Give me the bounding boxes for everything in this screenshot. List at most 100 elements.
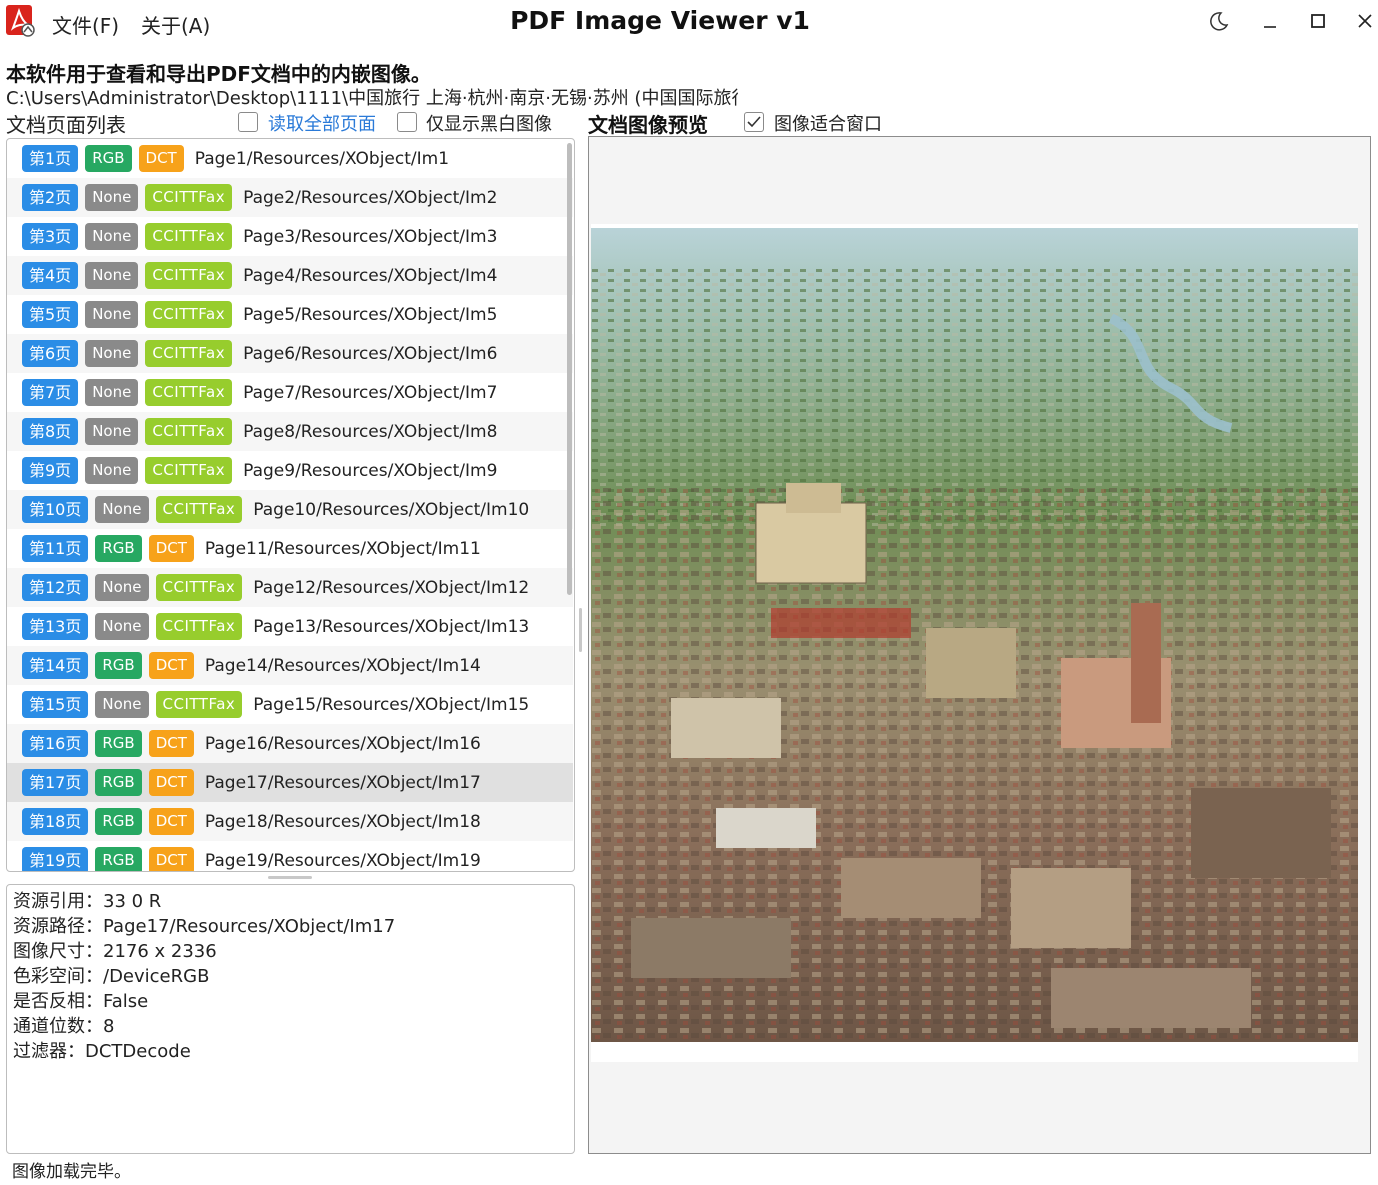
resource-path-text: Page7/Resources/XObject/Im7 <box>243 382 498 403</box>
list-item[interactable]: 第18页 RGB DCT Page18/Resources/XObject/Im18 <box>7 802 573 841</box>
page-number-tag: 第4页 <box>22 262 79 289</box>
resource-path-text: Page10/Resources/XObject/Im10 <box>253 499 530 520</box>
resource-path-text: Page13/Resources/XObject/Im13 <box>253 616 530 637</box>
page-number-tag: 第7页 <box>22 379 79 406</box>
info-filter: 过滤器：DCTDecode <box>13 1041 191 1062</box>
filter-tag: DCT <box>148 652 194 679</box>
filter-tag: DCT <box>148 847 194 871</box>
color-space-tag: RGB <box>95 847 142 871</box>
list-item[interactable]: 第17页 RGB DCT Page17/Resources/XObject/Im17 <box>7 763 573 802</box>
close-icon[interactable] <box>1352 8 1378 34</box>
moon-icon[interactable] <box>1206 8 1232 34</box>
page-number-tag: 第16页 <box>22 730 89 757</box>
color-space-tag: RGB <box>95 769 142 796</box>
filter-tag: CCITTFax <box>145 223 233 250</box>
horizontal-splitter-handle[interactable] <box>268 876 312 879</box>
filter-tag: CCITTFax <box>155 613 243 640</box>
image-info-panel: 资源引用：33 0 R 资源路径：Page17/Resources/XObjec… <box>6 884 575 1154</box>
filter-tag: CCITTFax <box>145 418 233 445</box>
list-item[interactable]: 第8页 None CCITTFax Page8/Resources/XObject/I… <box>7 412 573 451</box>
list-item[interactable]: 第9页 None CCITTFax Page9/Resources/XObject/I… <box>7 451 573 490</box>
filter-tag: DCT <box>148 535 194 562</box>
color-space-tag: None <box>95 691 149 718</box>
window-title: PDF Image Viewer v1 <box>510 6 810 35</box>
resource-path-text: Page12/Resources/XObject/Im12 <box>253 577 530 598</box>
info-bits-per-component: 通道位数：8 <box>13 1016 115 1037</box>
filter-tag: CCITTFax <box>145 457 233 484</box>
color-space-tag: None <box>85 457 139 484</box>
resource-path-text: Page9/Resources/XObject/Im9 <box>243 460 498 481</box>
list-item[interactable]: 第5页 None CCITTFax Page5/Resources/XObject/I… <box>7 295 573 334</box>
list-item[interactable]: 第1页 RGB DCT Page1/Resources/XObject/Im1 <box>7 139 573 178</box>
list-item[interactable]: 第6页 None CCITTFax Page6/Resources/XObject/I… <box>7 334 573 373</box>
list-item[interactable]: 第7页 None CCITTFax Page7/Resources/XObject/I… <box>7 373 573 412</box>
resource-path-text: Page2/Resources/XObject/Im2 <box>243 187 498 208</box>
color-space-tag: None <box>85 418 139 445</box>
color-space-tag: None <box>85 262 139 289</box>
preview-label: 文档图像预览 <box>588 113 708 137</box>
list-item[interactable]: 第15页 None CCITTFax Page15/Resources/XObject… <box>7 685 573 724</box>
list-item[interactable]: 第11页 RGB DCT Page11/Resources/XObject/Im11 <box>7 529 573 568</box>
info-resource-path: 资源路径：Page17/Resources/XObject/Im17 <box>13 916 396 937</box>
filter-tag: CCITTFax <box>145 184 233 211</box>
fit-window-label[interactable]: 图像适合窗口 <box>774 110 882 136</box>
page-number-tag: 第17页 <box>22 769 89 796</box>
page-number-tag: 第13页 <box>22 613 89 640</box>
page-number-tag: 第8页 <box>22 418 79 445</box>
page-number-tag: 第10页 <box>22 496 89 523</box>
bw-only-label[interactable]: 仅显示黑白图像 <box>426 110 552 136</box>
resource-path-text: Page1/Resources/XObject/Im1 <box>194 148 450 169</box>
read-all-label[interactable]: 读取全部页面 <box>268 110 376 136</box>
list-item[interactable]: 第12页 None CCITTFax Page12/Resources/XObject… <box>7 568 573 607</box>
vertical-splitter-handle[interactable] <box>579 608 582 652</box>
resource-path-text: Page8/Resources/XObject/Im8 <box>243 421 498 442</box>
color-space-tag: None <box>85 340 139 367</box>
resource-path-text: Page19/Resources/XObject/Im19 <box>204 850 481 871</box>
file-path: C:\Users\Administrator\Desktop\1111\中国旅行… <box>6 88 738 109</box>
filter-tag: DCT <box>148 730 194 757</box>
page-number-tag: 第1页 <box>22 145 79 172</box>
resource-path-text: Page14/Resources/XObject/Im14 <box>204 655 481 676</box>
list-item[interactable]: 第10页 None CCITTFax Page10/Resources/XObject… <box>7 490 573 529</box>
page-number-tag: 第5页 <box>22 301 79 328</box>
page-list[interactable]: 第1页 RGB DCT Page1/Resources/XObject/Im1 第2页 N… <box>6 138 575 872</box>
minimize-icon[interactable] <box>1257 8 1283 34</box>
aerial-city-photo <box>591 228 1358 1042</box>
page-list-label: 文档页面列表 <box>6 113 126 137</box>
list-item[interactable]: 第13页 None CCITTFax Page13/Resources/XObject… <box>7 607 573 646</box>
list-item[interactable]: 第16页 RGB DCT Page16/Resources/XObject/Im16 <box>7 724 573 763</box>
list-scrollbar[interactable] <box>567 143 572 595</box>
resource-path-text: Page4/Resources/XObject/Im4 <box>243 265 498 286</box>
page-number-tag: 第19页 <box>22 847 89 871</box>
filter-tag: CCITTFax <box>145 262 233 289</box>
checkmark-icon <box>747 116 761 128</box>
page-number-tag: 第11页 <box>22 535 89 562</box>
preview-image <box>591 224 1358 1062</box>
filter-tag: CCITTFax <box>155 691 243 718</box>
info-inverted: 是否反相：False <box>13 991 149 1012</box>
maximize-icon[interactable] <box>1305 8 1331 34</box>
info-image-size: 图像尺寸：2176 x 2336 <box>13 941 217 962</box>
list-item[interactable]: 第14页 RGB DCT Page14/Resources/XObject/Im14 <box>7 646 573 685</box>
color-space-tag: None <box>85 301 139 328</box>
color-space-tag: None <box>95 574 149 601</box>
list-item[interactable]: 第19页 RGB DCT Page19/Resources/XObject/Im19 <box>7 841 573 871</box>
list-item[interactable]: 第3页 None CCITTFax Page3/Resources/XObject/I… <box>7 217 573 256</box>
filter-tag: DCT <box>148 769 194 796</box>
page-number-tag: 第9页 <box>22 457 79 484</box>
resource-path-text: Page5/Resources/XObject/Im5 <box>243 304 498 325</box>
list-item[interactable]: 第2页 None CCITTFax Page2/Resources/XObject/I… <box>7 178 573 217</box>
color-space-tag: RGB <box>95 535 142 562</box>
color-space-tag: RGB <box>95 652 142 679</box>
read-all-checkbox[interactable] <box>238 112 258 132</box>
color-space-tag: None <box>95 496 149 523</box>
filter-tag: CCITTFax <box>145 379 233 406</box>
color-space-tag: None <box>95 613 149 640</box>
fit-window-checkbox[interactable] <box>744 112 764 132</box>
bw-only-checkbox[interactable] <box>397 112 417 132</box>
resource-path-text: Page18/Resources/XObject/Im18 <box>204 811 481 832</box>
page-number-tag: 第18页 <box>22 808 89 835</box>
page-number-tag: 第3页 <box>22 223 79 250</box>
color-space-tag: RGB <box>95 730 142 757</box>
list-item[interactable]: 第4页 None CCITTFax Page4/Resources/XObject/I… <box>7 256 573 295</box>
